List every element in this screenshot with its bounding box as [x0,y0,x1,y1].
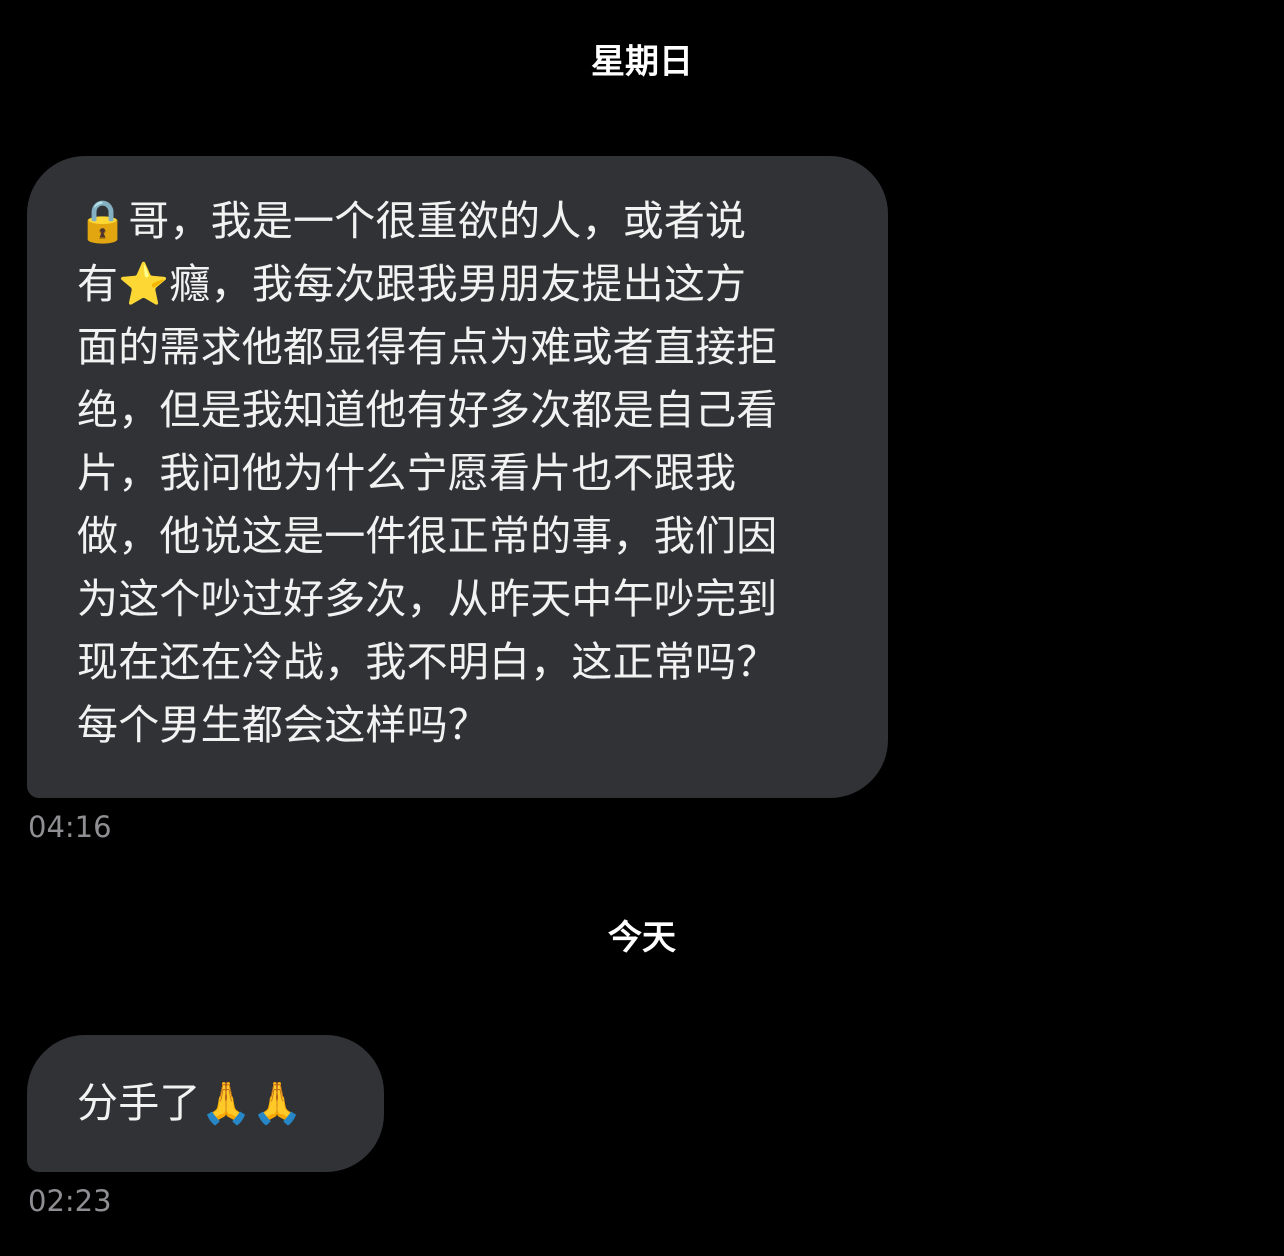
message-text: 分手了🙏🙏 [77,1079,304,1127]
date-separator-sunday: 星期日 [591,42,693,82]
message-bubble-incoming[interactable]: 🔒哥，我是一个很重欲的人，或者说 有⭐癮，我每次跟我男朋友提出这方 面的需求他都… [27,156,888,798]
message-timestamp: 04:16 [28,810,112,844]
message-bubble-incoming[interactable]: 分手了🙏🙏 [27,1035,384,1172]
date-separator-today: 今天 [608,918,676,958]
message-timestamp: 02:23 [28,1184,112,1218]
message-text: 🔒哥，我是一个很重欲的人，或者说 有⭐癮，我每次跟我男朋友提出这方 面的需求他都… [77,197,778,749]
